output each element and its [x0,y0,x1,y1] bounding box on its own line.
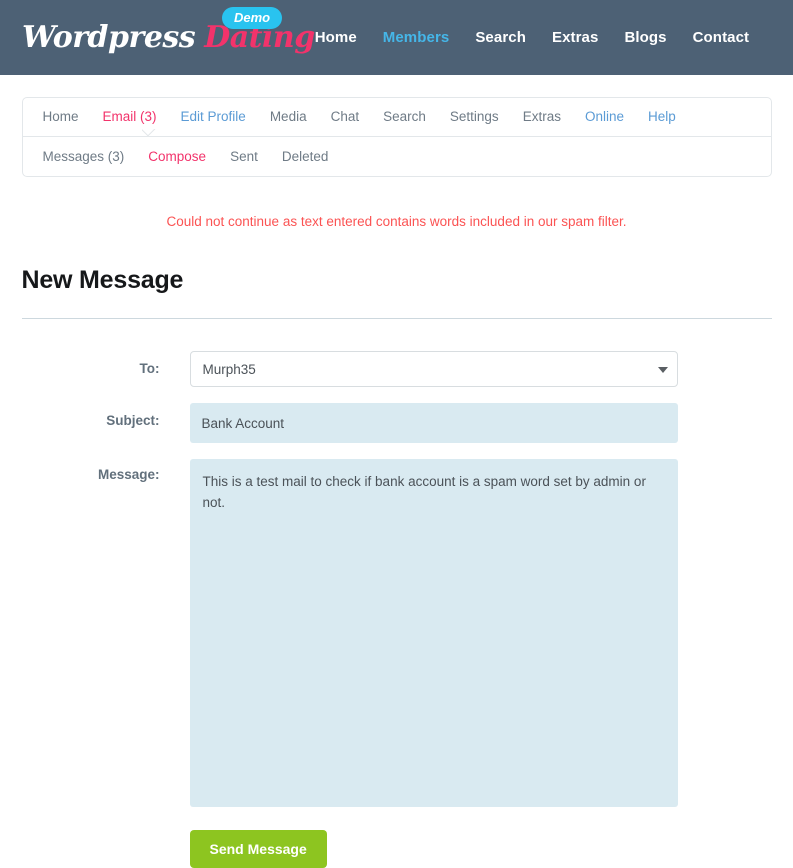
tab-search[interactable]: Search [371,110,438,124]
tab-media[interactable]: Media [258,110,319,124]
recipient-select-value: Murph35 [202,361,256,377]
page-title: New Message [21,266,184,294]
nav-item-blogs[interactable]: Blogs [624,29,666,46]
page-content: Home Email (3) Edit Profile Media Chat S… [21,75,772,868]
message-label: Message: [97,467,160,482]
secondary-tab-row: Messages (3) Compose Sent Deleted [23,137,771,176]
form-actions: Send Message [189,830,678,868]
form-row-subject: Subject: Bank Account [22,403,772,443]
tab-settings[interactable]: Settings [438,110,511,124]
member-tab-panel: Home Email (3) Edit Profile Media Chat S… [21,97,772,177]
site-header: Wordpress Dating Demo Home Members Searc… [0,0,793,75]
subtab-messages[interactable]: Messages (3) [31,150,137,164]
nav-item-members[interactable]: Members [383,29,450,46]
brand-name-first: Wordpress [22,19,196,55]
main-navigation: Home Members Search Extras Blogs Contact [315,29,793,46]
new-message-form: To: Murph35 Subject: Bank Account Messag… [22,351,772,868]
subtab-compose[interactable]: Compose [136,150,218,164]
title-divider [21,318,772,319]
send-message-button[interactable]: Send Message [189,830,327,868]
subject-input[interactable]: Bank Account [189,403,678,443]
tab-email[interactable]: Email (3) [91,110,169,124]
nav-item-search[interactable]: Search [475,29,526,46]
tab-online[interactable]: Online [573,110,636,124]
subject-field-wrapper: Bank Account [189,403,678,443]
active-tab-caret-icon [142,129,156,137]
nav-item-contact[interactable]: Contact [693,29,750,46]
to-label: To: [139,361,160,376]
subject-input-value: Bank Account [201,415,285,431]
tab-extras[interactable]: Extras [511,110,573,124]
subject-label: Subject: [106,413,160,428]
form-row-message: Message: This is a test mail to check if… [22,459,772,868]
tab-help[interactable]: Help [636,110,688,124]
spam-filter-error-message: Could not continue as text entered conta… [166,214,627,229]
tab-edit-profile[interactable]: Edit Profile [169,110,258,124]
subtab-sent[interactable]: Sent [218,150,270,164]
chevron-down-icon [657,367,668,373]
subtab-deleted[interactable]: Deleted [270,150,341,164]
nav-item-home[interactable]: Home [315,29,357,46]
tab-chat[interactable]: Chat [319,110,372,124]
message-textarea[interactable]: This is a test mail to check if bank acc… [189,459,678,807]
demo-badge: Demo [222,6,283,30]
tab-home[interactable]: Home [31,110,91,124]
message-field-wrapper: This is a test mail to check if bank acc… [189,459,678,868]
recipient-select[interactable]: Murph35 [189,351,678,387]
form-row-to: To: Murph35 [22,351,772,387]
nav-item-extras[interactable]: Extras [552,29,598,46]
primary-tab-row: Home Email (3) Edit Profile Media Chat S… [22,98,771,137]
to-field-wrapper: Murph35 [189,351,678,387]
brand-logo[interactable]: Wordpress Dating Demo [22,6,315,55]
